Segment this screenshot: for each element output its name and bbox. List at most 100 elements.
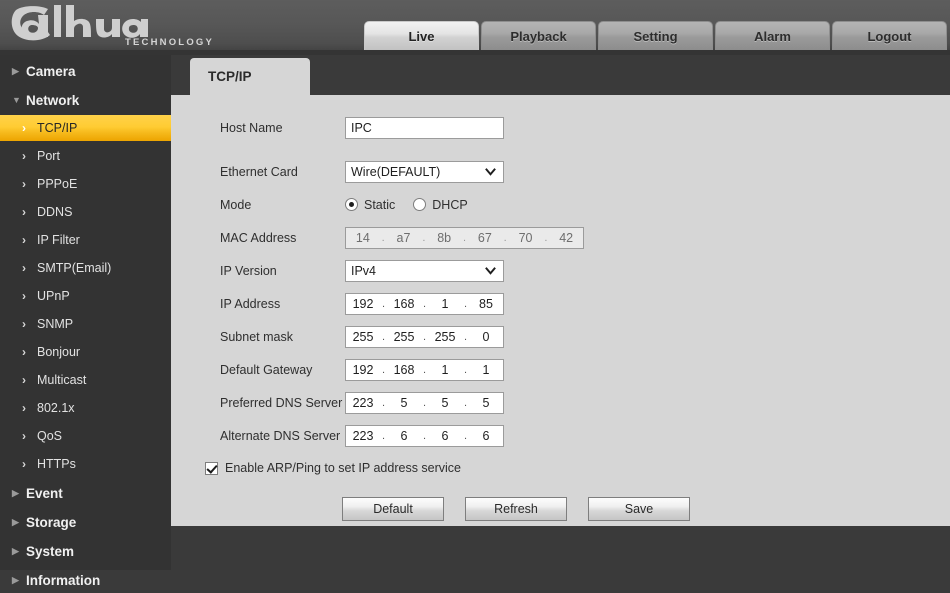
- top-nav-tabs[interactable]: Live Playback Setting Alarm Logout: [364, 21, 947, 50]
- sidebar-group-network[interactable]: ▼ Network: [0, 87, 171, 113]
- sidebar-item-802-1x[interactable]: › 802.1x: [0, 395, 171, 421]
- chevron-right-icon: ›: [22, 233, 26, 247]
- segment-value[interactable]: 6: [469, 426, 503, 446]
- sidebar-group-event[interactable]: ▶ Event: [0, 480, 171, 506]
- refresh-button[interactable]: Refresh: [465, 497, 567, 521]
- row-alternate-dns: Alternate DNS Server 223. 6. 6. 6: [171, 423, 950, 448]
- arp-ping-label[interactable]: Enable ARP/Ping to set IP address servic…: [225, 461, 461, 475]
- subnet-mask-input[interactable]: 255. 255. 255. 0: [345, 325, 504, 348]
- segment-separator: .: [381, 429, 386, 442]
- segment-value[interactable]: 192: [346, 360, 380, 380]
- save-button[interactable]: Save: [588, 497, 690, 521]
- segment-separator: .: [503, 231, 507, 244]
- triangle-right-icon: ▶: [12, 574, 19, 585]
- segment-value[interactable]: 5: [387, 393, 421, 413]
- preferred-dns-label: Preferred DNS Server: [220, 395, 343, 410]
- sidebar-item-label: HTTPs: [37, 457, 76, 471]
- alternate-dns-input[interactable]: 223. 6. 6. 6: [345, 424, 504, 447]
- sidebar-item-https[interactable]: › HTTPs: [0, 451, 171, 477]
- segment-value[interactable]: 5: [428, 393, 462, 413]
- sidebar-item-port[interactable]: › Port: [0, 143, 171, 169]
- row-ethernet-card: Ethernet Card Wire(DEFAULT): [171, 159, 950, 184]
- row-host-name: Host Name IPC: [171, 115, 950, 140]
- top-tab-playback[interactable]: Playback: [481, 21, 596, 50]
- segment-value[interactable]: 6: [428, 426, 462, 446]
- tab-tcpip[interactable]: TCP/IP: [190, 58, 310, 95]
- top-tab-setting[interactable]: Setting: [598, 21, 713, 50]
- segment-value[interactable]: 5: [469, 393, 503, 413]
- segment-separator: .: [381, 330, 386, 343]
- segment-separator: .: [422, 231, 426, 244]
- segment-value[interactable]: 1: [428, 360, 462, 380]
- segment-separator: .: [463, 363, 468, 376]
- sidebar-group-system[interactable]: ▶ System: [0, 538, 171, 564]
- sidebar-item-bonjour[interactable]: › Bonjour: [0, 339, 171, 365]
- chevron-right-icon: ›: [22, 317, 26, 331]
- sidebar-group-label: Network: [26, 92, 80, 108]
- radio-static[interactable]: [345, 198, 358, 211]
- default-button[interactable]: Default: [342, 497, 444, 521]
- segment-value[interactable]: 168: [387, 360, 421, 380]
- sidebar-item-label: TCP/IP: [37, 121, 78, 135]
- triangle-right-icon: ▶: [12, 487, 19, 498]
- segment-value[interactable]: 192: [346, 294, 380, 314]
- segment-value[interactable]: 1: [428, 294, 462, 314]
- radio-dhcp-label[interactable]: DHCP: [432, 198, 467, 212]
- dahua-logo: TECHNOLOGY: [8, 3, 308, 49]
- segment-value[interactable]: 255: [428, 327, 462, 347]
- segment-value[interactable]: 168: [387, 294, 421, 314]
- segment-separator: .: [463, 396, 468, 409]
- row-preferred-dns: Preferred DNS Server 223. 5. 5. 5: [171, 390, 950, 415]
- sidebar-item-label: Bonjour: [37, 345, 81, 359]
- radio-dhcp[interactable]: [413, 198, 427, 211]
- sidebar-item-pppoe[interactable]: › PPPoE: [0, 171, 171, 197]
- header-divider: [0, 50, 950, 55]
- top-tab-logout[interactable]: Logout: [832, 21, 947, 50]
- row-ip-address: IP Address 192. 168. 1. 85: [171, 291, 950, 316]
- triangle-right-icon: ▶: [12, 65, 19, 76]
- sidebar-item-ip-filter[interactable]: › IP Filter: [0, 227, 171, 253]
- segment-value[interactable]: 0: [469, 327, 503, 347]
- ip-address-input[interactable]: 192. 168. 1. 85: [345, 292, 504, 315]
- sidebar-item-upnp[interactable]: › UPnP: [0, 283, 171, 309]
- preferred-dns-input[interactable]: 223. 5. 5. 5: [345, 391, 504, 414]
- sidebar-group-camera[interactable]: ▶ Camera: [0, 58, 171, 84]
- radio-static-label[interactable]: Static: [364, 198, 395, 212]
- row-subnet-mask: Subnet mask 255. 255. 255. 0: [171, 324, 950, 349]
- segment-value[interactable]: 255: [346, 327, 380, 347]
- sidebar-group-information[interactable]: ▶ Information: [0, 567, 171, 593]
- sidebar-item-smtp-email[interactable]: › SMTP(Email): [0, 255, 171, 281]
- segment-value[interactable]: 6: [387, 426, 421, 446]
- sidebar-item-label: SNMP: [37, 317, 74, 331]
- segment-value[interactable]: 223: [346, 393, 380, 413]
- arp-ping-checkbox[interactable]: [205, 461, 218, 475]
- segment-separator: .: [422, 429, 427, 442]
- ethernet-card-select[interactable]: Wire(DEFAULT): [345, 160, 504, 183]
- top-tab-alarm[interactable]: Alarm: [715, 21, 830, 50]
- segment-value[interactable]: 223: [346, 426, 380, 446]
- sidebar-item-multicast[interactable]: › Multicast: [0, 367, 171, 393]
- chevron-down-icon: [485, 167, 496, 176]
- default-gateway-label: Default Gateway: [220, 362, 313, 377]
- svg-text:TECHNOLOGY: TECHNOLOGY: [125, 37, 214, 48]
- top-tab-live[interactable]: Live: [364, 21, 479, 50]
- sidebar-item-tcp-ip[interactable]: › TCP/IP: [0, 115, 171, 141]
- triangle-right-icon: ▶: [12, 516, 19, 527]
- sidebar-group-storage[interactable]: ▶ Storage: [0, 509, 171, 535]
- segment-separator: .: [422, 396, 427, 409]
- segment-value: 70: [518, 230, 533, 245]
- segment-value[interactable]: 1: [469, 360, 503, 380]
- sidebar-item-ddns[interactable]: › DDNS: [0, 199, 171, 225]
- host-name-input[interactable]: IPC: [345, 116, 504, 139]
- sidebar-item-qos[interactable]: › QoS: [0, 423, 171, 449]
- triangle-down-icon: ▼: [12, 94, 21, 105]
- segment-separator: .: [463, 297, 468, 310]
- ip-version-select[interactable]: IPv4: [345, 259, 504, 282]
- segment-value[interactable]: 85: [469, 294, 503, 314]
- chevron-down-icon: [485, 266, 496, 275]
- default-gateway-input[interactable]: 192. 168. 1. 1: [345, 358, 504, 381]
- chevron-right-icon: ›: [22, 149, 26, 163]
- sidebar-item-snmp[interactable]: › SNMP: [0, 311, 171, 337]
- alternate-dns-label: Alternate DNS Server: [220, 428, 341, 443]
- segment-value[interactable]: 255: [387, 327, 421, 347]
